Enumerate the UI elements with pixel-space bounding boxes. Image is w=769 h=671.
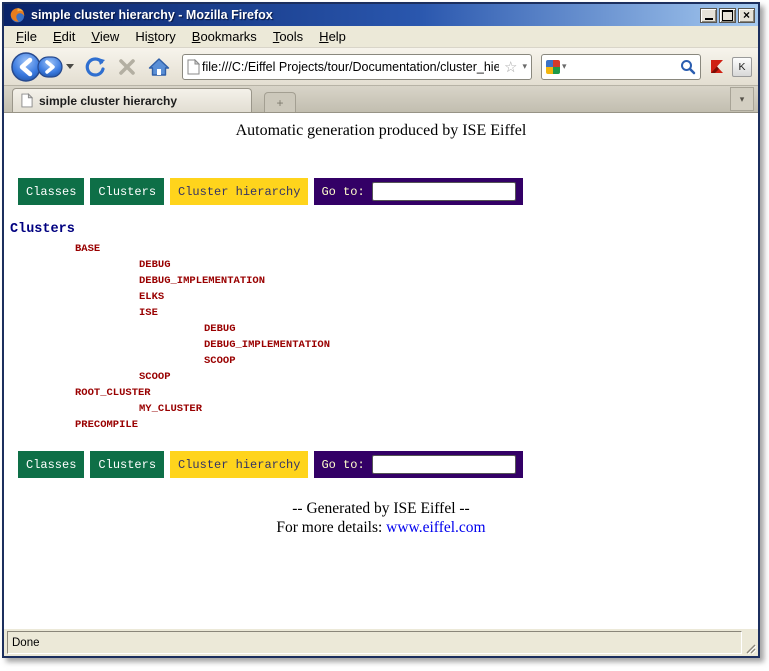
goto-label: Go to: [321,458,364,472]
reload-button[interactable] [84,56,106,78]
page-content: Automatic generation produced by ISE Eif… [4,113,758,628]
nav-button-row-bottom: Classes Clusters Cluster hierarchy Go to… [18,451,758,478]
new-tab-button[interactable]: + [264,92,296,112]
tree-item[interactable]: ROOT_CLUSTER [10,385,758,401]
tree-item[interactable]: ISE [10,305,758,321]
location-bar[interactable]: ☆ ▾ [182,54,532,80]
tree-item[interactable]: SCOOP [10,369,758,385]
goto-input[interactable] [372,455,516,474]
window-controls: × [700,8,755,23]
tree-item[interactable]: ELKS [10,289,758,305]
bookmark-star-icon[interactable]: ☆ [504,58,517,76]
tree-item[interactable]: DEBUG_IMPLEMENTATION [10,273,758,289]
menu-tools[interactable]: Tools [265,27,311,46]
virtual-keyboard-button[interactable]: K [732,57,752,77]
url-input[interactable] [200,59,501,75]
tree-item[interactable]: PRECOMPILE [10,417,758,433]
search-bar[interactable]: ▾ [541,54,701,80]
stop-button[interactable] [118,58,136,76]
home-icon [148,57,170,77]
status-bar: Done [4,628,758,656]
home-button[interactable] [148,57,170,77]
status-text: Done [7,631,742,654]
goto-label: Go to: [321,185,364,199]
more-details-text: For more details: [276,519,386,536]
browser-window: simple cluster hierarchy - Mozilla Firef… [2,2,760,658]
eiffel-link[interactable]: www.eiffel.com [386,519,485,536]
tree-item[interactable]: MY_CLUSTER [10,401,758,417]
navigation-toolbar: ☆ ▾ ▾ K [4,48,758,86]
minimize-icon [705,18,713,20]
google-engine-icon[interactable] [546,60,560,74]
forward-button[interactable] [37,56,63,78]
menu-file[interactable]: File [8,27,45,46]
close-icon: × [743,9,750,21]
page-title: Automatic generation produced by ISE Eif… [4,122,758,140]
titlebar[interactable]: simple cluster hierarchy - Mozilla Firef… [4,4,758,26]
tree-item[interactable]: BASE [10,241,758,257]
page-icon [187,59,200,75]
resize-grip[interactable] [742,631,756,654]
clusters-heading: Clusters [10,222,758,237]
page-footer: -- Generated by ISE Eiffel -- For more d… [4,499,758,537]
cluster-tree: BASE DEBUG DEBUG_IMPLEMENTATION ELKS ISE… [4,241,758,433]
classes-button[interactable]: Classes [18,178,84,205]
firefox-icon [9,7,26,24]
more-details-line: For more details: www.eiffel.com [4,518,758,537]
tab-bar: simple cluster hierarchy + ▾ [4,86,758,113]
tree-item[interactable]: SCOOP [10,353,758,369]
cluster-hierarchy-button[interactable]: Cluster hierarchy [170,178,308,205]
maximize-icon [722,10,733,21]
nav-button-row-top: Classes Clusters Cluster hierarchy Go to… [18,178,758,205]
search-magnifier-icon[interactable] [680,59,696,75]
kaspersky-icon [709,58,726,75]
maximize-button[interactable] [719,8,736,23]
search-input[interactable] [567,59,680,75]
menubar: File Edit View History Bookmarks Tools H… [4,26,758,48]
menu-view[interactable]: View [83,27,127,46]
clusters-button[interactable]: Clusters [90,451,164,478]
menu-help[interactable]: Help [311,27,354,46]
classes-button[interactable]: Classes [18,451,84,478]
back-forward-group [10,51,74,83]
menu-bookmarks[interactable]: Bookmarks [184,27,265,46]
tree-item[interactable]: DEBUG [10,321,758,337]
menu-history[interactable]: History [127,27,183,46]
tab-list-dropdown-button[interactable]: ▾ [730,87,754,111]
tab-simple-cluster-hierarchy[interactable]: simple cluster hierarchy [12,88,252,112]
goto-panel: Go to: [314,178,522,205]
window-title: simple cluster hierarchy - Mozilla Firef… [31,8,700,22]
url-dropdown-icon[interactable]: ▾ [522,61,527,72]
cluster-hierarchy-button[interactable]: Cluster hierarchy [170,451,308,478]
stop-icon [118,58,136,76]
menu-edit[interactable]: Edit [45,27,83,46]
kaspersky-button[interactable] [709,58,726,75]
tree-item[interactable]: DEBUG [10,257,758,273]
history-dropdown-icon[interactable] [66,64,74,69]
tree-item[interactable]: DEBUG_IMPLEMENTATION [10,337,758,353]
tab-label: simple cluster hierarchy [39,94,177,108]
generated-by-text: -- Generated by ISE Eiffel -- [4,499,758,518]
clusters-button[interactable]: Clusters [90,178,164,205]
reload-icon [84,56,106,78]
minimize-button[interactable] [700,8,717,23]
goto-panel: Go to: [314,451,522,478]
tab-page-icon [21,93,33,108]
close-button[interactable]: × [738,8,755,23]
goto-input[interactable] [372,182,516,201]
resize-grip-icon [744,642,756,654]
